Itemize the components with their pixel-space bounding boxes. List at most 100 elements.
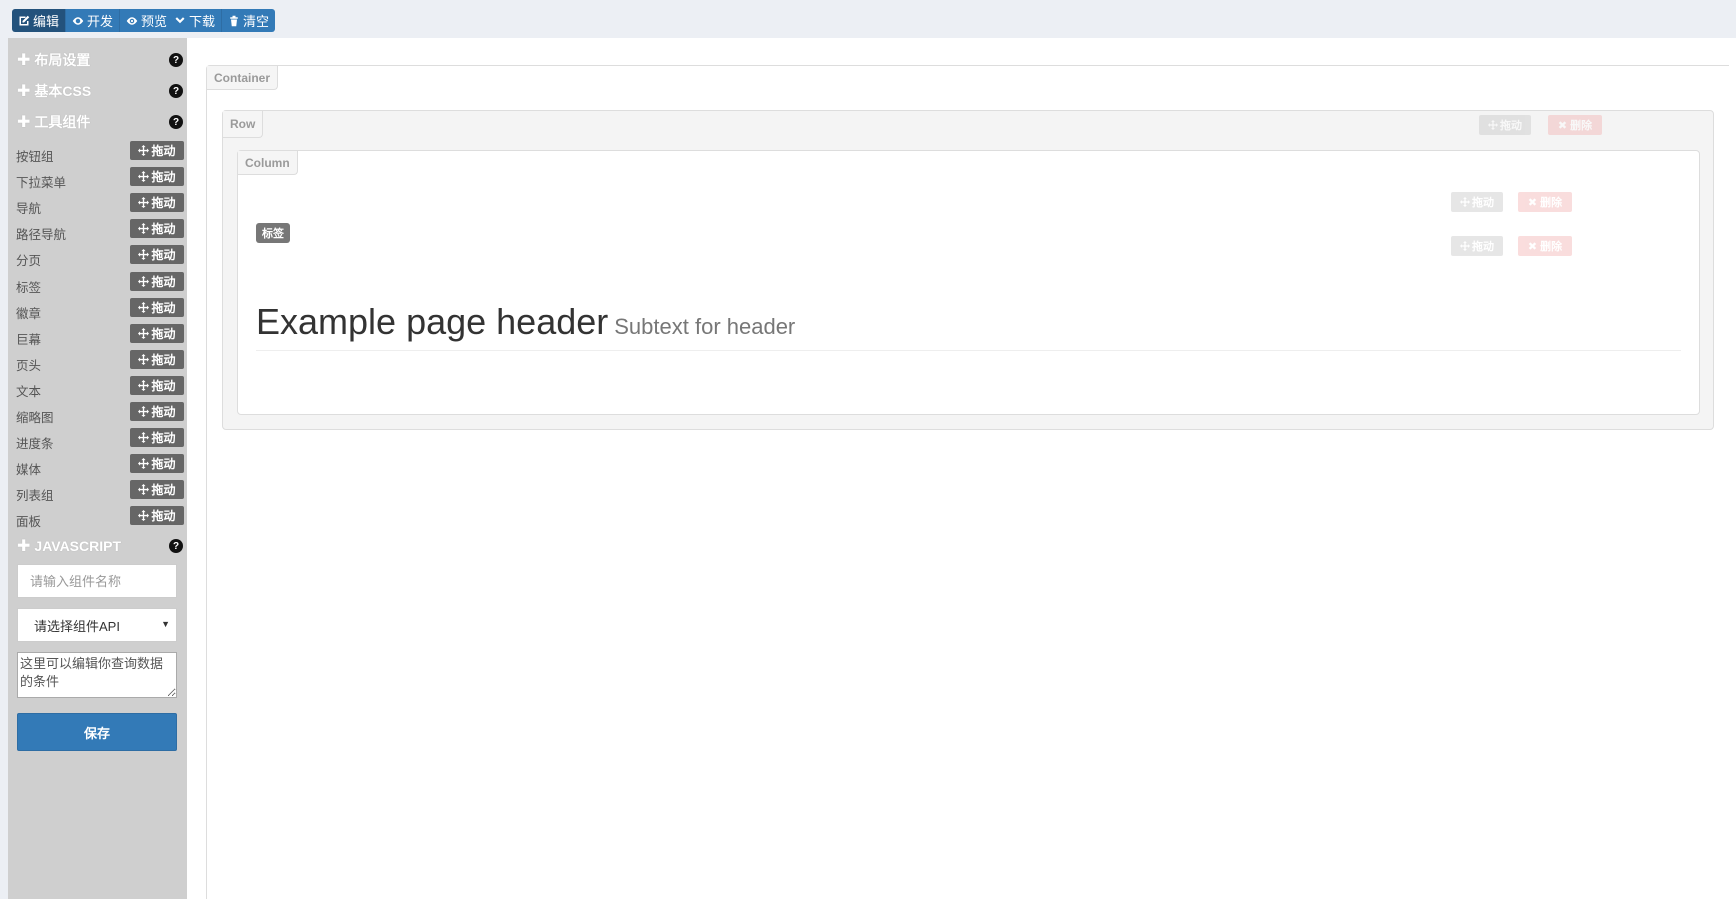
component-item: 分页 拖动	[16, 245, 184, 269]
component-item-label: 路径导航	[16, 228, 67, 243]
download-button[interactable]: 下载	[168, 9, 223, 32]
move-icon	[138, 510, 150, 522]
component-item: 导航 拖动	[16, 193, 184, 216]
badge-drag-button[interactable]: 拖动	[1451, 192, 1503, 212]
save-button[interactable]: 保存	[17, 713, 177, 751]
help-icon[interactable]: ?	[169, 115, 183, 129]
close-icon: ✖	[1527, 196, 1541, 209]
badge-delete-button[interactable]: ✖ 删除	[1518, 192, 1572, 212]
component-drag-button[interactable]: 拖动	[130, 141, 184, 160]
component-drag-label: 拖动	[151, 196, 176, 211]
component-item: 徽章 拖动	[16, 297, 184, 321]
help-icon[interactable]: ?	[169, 539, 183, 553]
component-drag-button[interactable]: 拖动	[130, 480, 184, 500]
dropdown-arrow-icon: ▼	[161, 619, 170, 629]
container-box[interactable]: Container Row 拖动 ✖ 删除 Column 拖动 ✖ 删除 标签 …	[206, 65, 1729, 899]
component-drag-button[interactable]: 拖动	[130, 402, 184, 421]
component-item: 路径导航 拖动	[16, 219, 184, 243]
move-icon	[138, 353, 150, 365]
row-drag-button[interactable]: 拖动	[1479, 115, 1531, 135]
dev-mode-button[interactable]: 开发	[66, 9, 121, 32]
section-layout-header[interactable]: ✚ 布局设置 ?	[17, 50, 183, 70]
component-drag-button[interactable]: 拖动	[130, 245, 184, 265]
component-item: 列表组 拖动	[16, 480, 184, 503]
edit-mode-button[interactable]: 编辑	[12, 9, 67, 32]
plus-icon: ✚	[17, 114, 31, 131]
header-drag-button[interactable]: 拖动	[1451, 236, 1503, 256]
query-condition-textarea[interactable]: 这里可以编辑你查询数据的条件	[17, 652, 177, 698]
section-layout-title: 布局设置	[34, 52, 91, 68]
component-drag-label: 拖动	[151, 431, 176, 446]
move-icon	[1460, 197, 1470, 207]
component-item: 媒体 拖动	[16, 454, 184, 477]
component-drag-button[interactable]: 拖动	[130, 428, 184, 448]
header-delete-button[interactable]: ✖ 删除	[1518, 236, 1572, 256]
api-select[interactable]: 请选择组件API ▼	[17, 608, 177, 642]
component-item-label: 页头	[16, 358, 42, 373]
component-item-label: 文本	[16, 384, 42, 399]
component-drag-button[interactable]: 拖动	[130, 167, 184, 187]
section-css-header[interactable]: ✚ 基本CSS ?	[17, 81, 183, 101]
preview-mode-label: 预览	[141, 14, 168, 29]
component-item-label: 分页	[16, 254, 42, 269]
section-javascript-header[interactable]: ✚ JAVASCRIPT ?	[17, 536, 183, 556]
code-eye-icon	[72, 16, 84, 25]
row-delete-button[interactable]: ✖ 删除	[1548, 115, 1602, 135]
component-drag-button[interactable]: 拖动	[130, 375, 184, 395]
move-icon	[138, 484, 150, 496]
component-drag-button[interactable]: 拖动	[130, 271, 184, 291]
page-header-subtext: Subtext for header	[614, 314, 796, 339]
row-box[interactable]: Row 拖动 ✖ 删除 Column 拖动 ✖ 删除 标签 拖动 ✖ 删除 Ex…	[222, 110, 1714, 430]
component-drag-label: 拖动	[151, 170, 176, 185]
component-item: 文本 拖动	[16, 375, 184, 399]
row-drag-label: 拖动	[1500, 120, 1522, 132]
chevron-down-icon	[175, 16, 185, 23]
preview-mode-button[interactable]: 预览	[120, 9, 174, 32]
component-drag-button[interactable]: 拖动	[130, 506, 184, 526]
move-icon	[138, 432, 150, 444]
component-item: 面板 拖动	[16, 506, 184, 530]
clear-button[interactable]: 清空	[222, 9, 276, 32]
component-item-label: 徽章	[16, 306, 42, 321]
component-item-label: 进度条	[16, 437, 54, 452]
component-item: 巨幕 拖动	[16, 323, 184, 347]
page-header-title: Example page header	[256, 301, 609, 342]
component-drag-label: 拖动	[151, 222, 176, 237]
label-badge: 标签	[256, 223, 290, 243]
component-item: 按钮组 拖动	[16, 141, 184, 164]
component-drag-label: 拖动	[151, 352, 176, 367]
plus-icon: ✚	[17, 83, 31, 100]
component-drag-button[interactable]: 拖动	[130, 323, 184, 343]
component-item-label: 巨幕	[16, 332, 42, 347]
move-icon	[138, 249, 150, 261]
component-drag-button[interactable]: 拖动	[130, 219, 184, 239]
move-icon	[138, 171, 150, 183]
column-box[interactable]: Column 拖动 ✖ 删除 标签 拖动 ✖ 删除 Example page h…	[237, 150, 1700, 415]
container-tag: Container	[207, 66, 279, 90]
sidebar: ✚ 布局设置 ? ✚ 基本CSS ? ✚ 工具组件 ? 按钮组 拖动 下拉菜单 拖动导…	[8, 38, 187, 899]
component-item-label: 按钮组	[16, 150, 54, 164]
close-icon: ✖	[1557, 119, 1571, 132]
edit-icon	[19, 15, 30, 25]
component-drag-label: 拖动	[151, 457, 176, 472]
component-drag-label: 拖动	[151, 144, 176, 158]
component-item-label: 缩略图	[16, 411, 54, 425]
help-icon[interactable]: ?	[169, 53, 183, 67]
component-drag-button[interactable]: 拖动	[130, 193, 184, 213]
section-components-header[interactable]: ✚ 工具组件 ?	[17, 112, 183, 132]
component-search-input[interactable]	[17, 564, 177, 598]
help-icon[interactable]: ?	[169, 84, 183, 98]
component-drag-button[interactable]: 拖动	[130, 454, 184, 474]
component-item-label: 面板	[16, 515, 42, 530]
component-drag-button[interactable]: 拖动	[130, 349, 184, 369]
component-drag-button[interactable]: 拖动	[130, 297, 184, 317]
row-delete-label: 删除	[1570, 120, 1593, 132]
move-icon	[138, 145, 150, 156]
component-item: 标签 拖动	[16, 271, 184, 295]
section-css-title: 基本CSS	[34, 83, 92, 99]
component-drag-label: 拖动	[151, 274, 176, 289]
move-icon	[138, 275, 150, 287]
column-tag: Column	[238, 151, 298, 175]
component-drag-label: 拖动	[151, 300, 176, 315]
move-icon	[138, 301, 150, 313]
